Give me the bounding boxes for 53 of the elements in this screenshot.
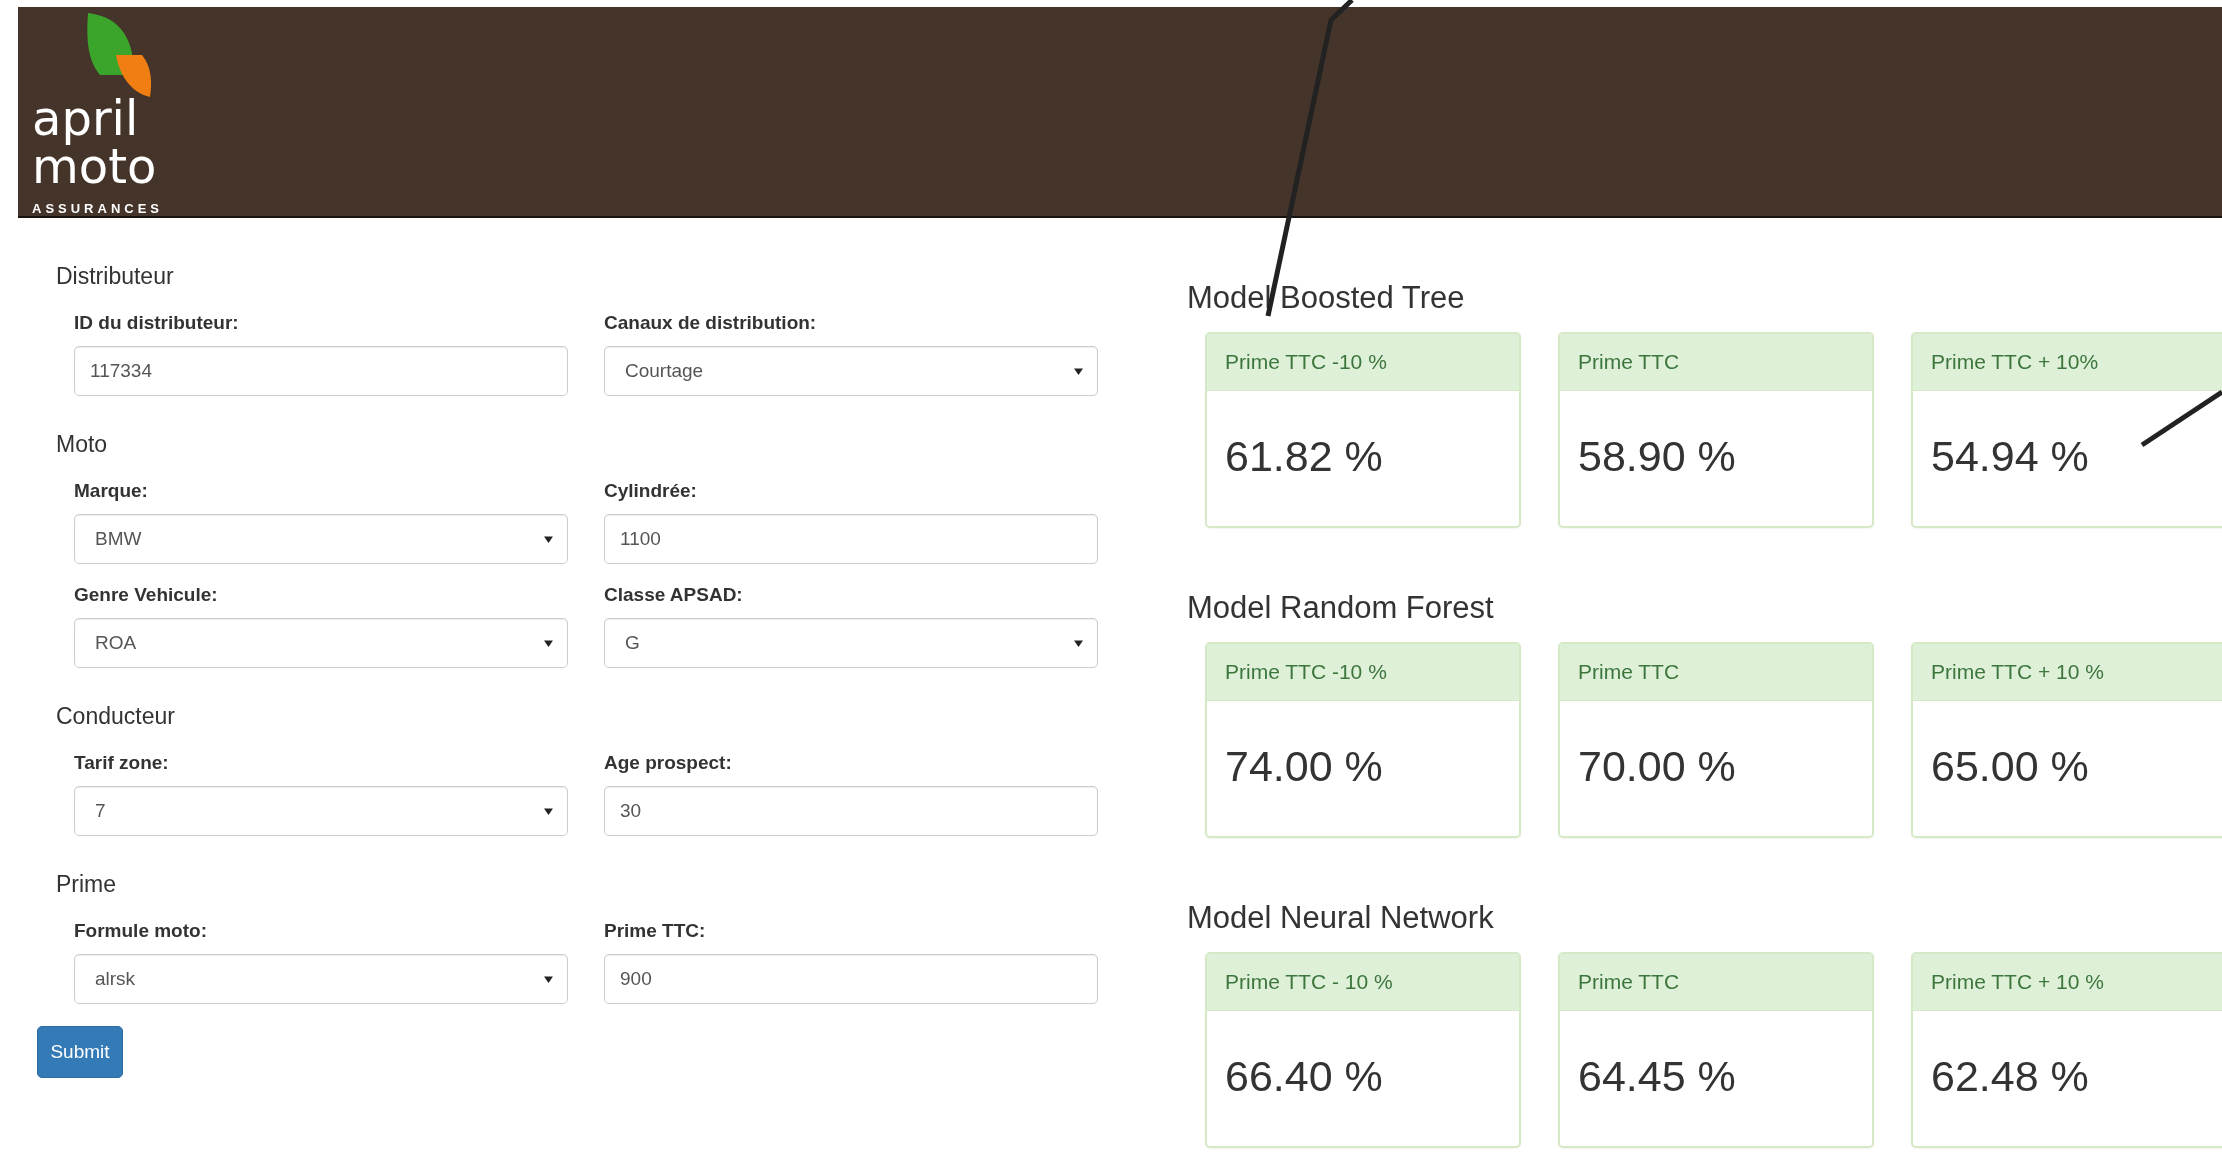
field-label: Genre Vehicule: (74, 584, 219, 606)
card-value: 61.82 % (1225, 432, 1383, 481)
card-header: Prime TTC (1560, 954, 1872, 1011)
field-label: Tarif zone: (74, 752, 170, 774)
select-field[interactable]: 7 (74, 786, 568, 836)
card-value: 58.90 % (1578, 432, 1736, 481)
card-value: 66.40 % (1225, 1052, 1383, 1101)
card-header: Prime TTC - 10 % (1207, 954, 1519, 1011)
input-field[interactable]: 117334 (74, 346, 568, 396)
section-title: Moto (56, 430, 109, 458)
field-label: ID du distributeur: (74, 312, 240, 334)
select-field[interactable]: G (604, 618, 1098, 668)
field-label: Classe APSAD: (604, 584, 744, 606)
select-field[interactable]: alrsk (74, 954, 568, 1004)
card-value: 54.94 % (1931, 432, 2089, 481)
field-label: Marque: (74, 480, 149, 502)
field-label: Prime TTC: (604, 920, 707, 942)
card-value: 62.48 % (1931, 1052, 2089, 1101)
model-title: Model Boosted Tree (1187, 280, 1466, 316)
caret-icon (1074, 638, 1083, 648)
caret-icon (544, 806, 553, 816)
model-title: Model Random Forest (1187, 590, 1495, 626)
input-field[interactable]: 30 (604, 786, 1098, 836)
card-header: Prime TTC + 10% (1913, 334, 2222, 391)
caret-icon (544, 534, 553, 544)
card-value: 64.45 % (1578, 1052, 1736, 1101)
caret-icon (544, 974, 553, 984)
select-field[interactable]: Courtage (604, 346, 1098, 396)
input-field[interactable]: 900 (604, 954, 1098, 1004)
card-header: Prime TTC -10 % (1207, 334, 1519, 391)
logo-tagline: ASSURANCES (32, 201, 163, 216)
caret-icon (544, 638, 553, 648)
field-label: Formule moto: (74, 920, 208, 942)
select-field[interactable]: ROA (74, 618, 568, 668)
input-field[interactable]: 1100 (604, 514, 1098, 564)
field-label: Age prospect: (604, 752, 733, 774)
card-value: 70.00 % (1578, 742, 1736, 791)
card-header: Prime TTC -10 % (1207, 644, 1519, 701)
section-title: Conducteur (56, 702, 176, 730)
field-label: Cylindrée: (604, 480, 698, 502)
card-header: Prime TTC (1560, 334, 1872, 391)
section-title: Distributeur (56, 262, 175, 290)
caret-icon (1074, 366, 1083, 376)
select-field[interactable]: BMW (74, 514, 568, 564)
model-title: Model Neural Network (1187, 900, 1495, 936)
field-label: Canaux de distribution: (604, 312, 818, 334)
card-header: Prime TTC + 10 % (1913, 644, 2222, 701)
card-header: Prime TTC + 10 % (1913, 954, 2222, 1011)
submit-button[interactable]: Submit (37, 1026, 123, 1078)
card-value: 74.00 % (1225, 742, 1383, 791)
section-title: Prime (56, 870, 118, 898)
card-value: 65.00 % (1931, 742, 2089, 791)
card-header: Prime TTC (1560, 644, 1872, 701)
